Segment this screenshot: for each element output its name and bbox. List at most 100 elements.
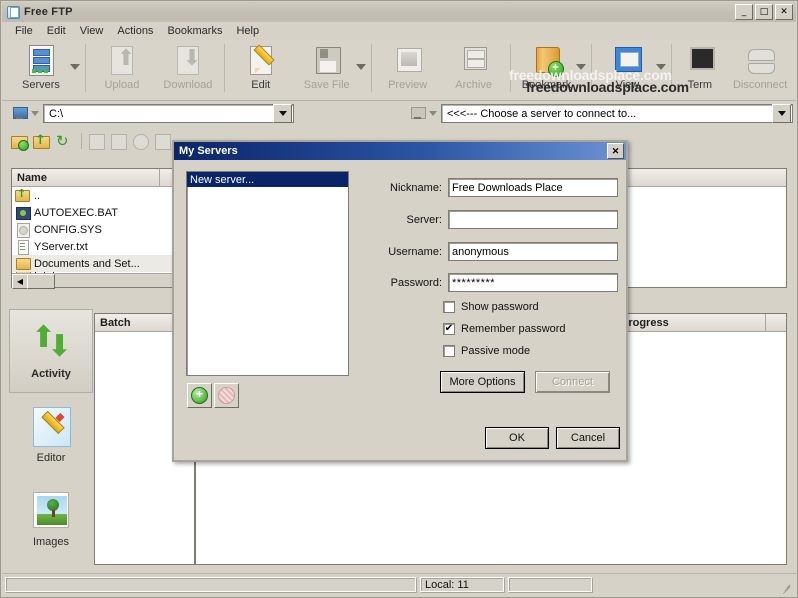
ok-button[interactable]: OK (485, 427, 549, 449)
rail-label-images: Images (32, 536, 70, 548)
delete-server-button[interactable] (214, 383, 239, 408)
toolbar-button-term[interactable]: 0:11110 Term (675, 40, 724, 98)
file-row-config[interactable]: CONFIG.SYS (12, 221, 192, 238)
nickname-input[interactable]: Free Downloads Place (448, 178, 618, 197)
toolbar-separator (84, 44, 86, 92)
local-file-panel: Name ↑ .. AUTOEXEC.BAT CONFIG.SYS YServe… (11, 168, 193, 289)
local-path-combo[interactable]: C:\ (12, 103, 294, 124)
rail-label-activity: Activity (31, 368, 71, 380)
toolbar-label-servers: Servers (22, 79, 60, 91)
minimize-button[interactable]: _ (735, 4, 753, 20)
toolbar-separator (590, 44, 592, 92)
remember-password-checkbox[interactable]: ✔ (443, 323, 455, 335)
more-options-button[interactable]: More Options (440, 371, 525, 393)
file-row-parent[interactable]: ↑ .. (12, 187, 192, 204)
local-file-hscrollbar[interactable]: ◀ (12, 273, 192, 289)
edit-icon (245, 44, 277, 76)
local-computer-icon (12, 106, 29, 121)
file-name: Documents and Set... (34, 257, 140, 270)
menu-item-help[interactable]: Help (229, 23, 266, 39)
more-options-label: More Options (449, 376, 516, 388)
menu-item-edit[interactable]: Edit (40, 23, 73, 39)
toolbar-button-disconnect[interactable]: Disconnect (724, 40, 796, 98)
images-picture-icon (29, 490, 73, 534)
toolbar-button-download[interactable]: ⬇ Download (155, 40, 221, 98)
close-button[interactable]: ✕ (775, 4, 793, 20)
dialog-close-button[interactable]: ✕ (607, 143, 624, 159)
file-row-documents[interactable]: Documents and Set... (12, 255, 192, 272)
toolbar-button-servers[interactable]: Servers (8, 40, 74, 98)
file-row-yserver[interactable]: YServer.txt (12, 238, 192, 255)
address-bar-row: C:\ <<<--- Choose a server to connect to… (2, 101, 796, 127)
menu-item-bookmarks[interactable]: Bookmarks (160, 23, 229, 39)
add-server-icon: + (191, 387, 208, 404)
toolbar-label-bookmark: Bookmark (521, 79, 572, 91)
menu-item-actions[interactable]: Actions (110, 23, 160, 39)
local-path-dropdown-button[interactable] (273, 104, 292, 123)
add-server-button[interactable]: + (187, 383, 212, 408)
checkbox-row-show-password[interactable]: Show password (443, 301, 539, 313)
toolbar-button-upload[interactable]: ⬆ Upload (89, 40, 155, 98)
cancel-label: Cancel (570, 432, 606, 444)
username-input[interactable]: anonymous (448, 242, 618, 261)
application-window: Free FTP _ □ ✕ File Edit View Actions Bo… (0, 0, 798, 598)
local-file-list[interactable]: ↑ .. AUTOEXEC.BAT CONFIG.SYS YServer.txt… (12, 187, 192, 280)
server-list-item-new[interactable]: New server... (187, 172, 348, 187)
nickname-value: Free Downloads Place (452, 181, 563, 194)
checkbox-row-passive-mode[interactable]: Passive mode (443, 345, 530, 357)
maximize-button[interactable]: □ (755, 4, 773, 20)
local-path-value[interactable]: C:\ (44, 108, 273, 120)
rail-item-images[interactable]: Images (9, 477, 93, 561)
field-label-nickname: Nickname: (390, 181, 442, 194)
server-input[interactable] (448, 210, 618, 229)
toolbar-button-bookmark[interactable]: + Bookmark (514, 40, 580, 98)
column-header-progress[interactable]: Progress (616, 314, 766, 331)
column-header-batch[interactable]: Batch (95, 314, 175, 331)
refresh-icon[interactable]: ↻ (54, 132, 73, 151)
activity-rail: ⬆ ⬇ Activity Editor Images (9, 309, 93, 564)
file-row-autoexec[interactable]: AUTOEXEC.BAT (12, 204, 192, 221)
rail-item-activity[interactable]: ⬆ ⬇ Activity (9, 309, 93, 393)
menu-item-view[interactable]: View (73, 23, 111, 39)
show-password-checkbox[interactable] (443, 301, 455, 313)
delete-icon[interactable] (153, 132, 172, 151)
toolbar-button-edit[interactable]: Edit (228, 40, 294, 98)
cancel-button[interactable]: Cancel (556, 427, 620, 449)
resize-grip[interactable] (780, 580, 793, 595)
server-list[interactable]: New server... (186, 171, 349, 376)
local-history-caret[interactable] (31, 111, 39, 116)
remote-server-dropdown-button[interactable] (772, 104, 791, 123)
remote-server-icon (410, 106, 427, 121)
column-header-name[interactable]: Name (12, 169, 160, 186)
checkbox-row-remember-password[interactable]: ✔ Remember password (443, 323, 566, 335)
connect-button[interactable]: Connect (535, 371, 610, 393)
scroll-left-button[interactable]: ◀ (12, 274, 28, 289)
toolbar-button-archive[interactable]: Archive (441, 40, 507, 98)
scroll-thumb[interactable] (27, 274, 55, 289)
save-file-icon (311, 44, 343, 76)
toolbar-button-view[interactable]: View (594, 40, 660, 98)
remote-server-value[interactable]: <<<--- Choose a server to connect to... (442, 108, 772, 120)
field-row-password: Password: ********* (364, 273, 618, 292)
password-input[interactable]: ********* (448, 273, 618, 292)
toolbar-button-save-file[interactable]: Save File (294, 40, 360, 98)
rail-label-editor: Editor (36, 452, 66, 464)
passive-mode-checkbox[interactable] (443, 345, 455, 357)
field-label-password: Password: (390, 276, 442, 289)
new-folder-icon[interactable] (10, 132, 29, 151)
remote-history-caret[interactable] (429, 111, 437, 116)
permissions-icon[interactable] (109, 132, 128, 151)
toolbar-label-view: View (615, 79, 640, 91)
rail-item-editor[interactable]: Editor (9, 393, 93, 477)
username-value: anonymous (452, 245, 509, 258)
terminal-icon: 0:11110 (684, 44, 716, 76)
up-folder-icon[interactable]: ↑ (32, 132, 51, 151)
menu-item-file[interactable]: File (8, 23, 40, 39)
minimize-icon: _ (741, 6, 747, 17)
remote-server-combo[interactable]: <<<--- Choose a server to connect to... (410, 103, 793, 124)
toolbar-button-preview[interactable]: Preview (375, 40, 441, 98)
properties-icon[interactable] (131, 132, 150, 151)
dialog-title-bar: My Servers ✕ (174, 142, 626, 160)
field-row-nickname: Nickname: Free Downloads Place (364, 178, 618, 197)
rename-icon[interactable] (87, 132, 106, 151)
